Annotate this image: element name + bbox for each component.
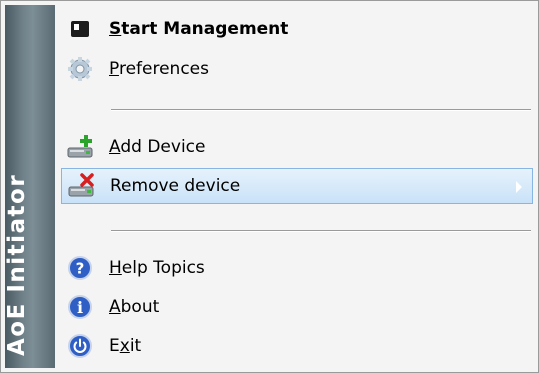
menu-item-help-topics[interactable]: ? Help Topics: [61, 250, 533, 286]
management-console-icon: [63, 12, 97, 46]
add-device-icon: [63, 130, 97, 164]
menu-item-label: Remove device: [110, 176, 241, 196]
info-icon: i: [63, 290, 97, 324]
svg-text:i: i: [77, 298, 83, 317]
menu-item-label: Help Topics: [109, 258, 205, 278]
menu-item-preferences[interactable]: Preferences: [61, 51, 533, 87]
remove-device-icon: [64, 169, 98, 203]
menu-item-start-management[interactable]: Start Management: [61, 11, 533, 47]
banner-title: AoE Initiator: [5, 173, 30, 356]
menu-separator: [111, 109, 531, 111]
menu-item-about[interactable]: i About: [61, 289, 533, 325]
menu-item-exit[interactable]: Exit: [61, 328, 533, 364]
gear-icon: [63, 52, 97, 86]
side-banner: AoE Initiator: [5, 5, 55, 368]
svg-text:?: ?: [76, 260, 85, 278]
menu-item-label: About: [109, 297, 160, 317]
menu-item-label: Start Management: [109, 19, 289, 39]
menu-item-label: Add Device: [109, 137, 206, 157]
menu-item-label: Preferences: [109, 59, 209, 79]
menu-separator: [111, 230, 531, 232]
menu-item-add-device[interactable]: Add Device: [61, 129, 533, 165]
context-menu: AoE Initiator Start Management Preferenc…: [0, 0, 539, 373]
submenu-arrow-icon: [516, 181, 522, 193]
power-icon: [63, 329, 97, 363]
menu-item-remove-device[interactable]: Remove device: [61, 168, 533, 204]
menu-item-label: Exit: [109, 336, 142, 356]
help-icon: ?: [63, 251, 97, 285]
